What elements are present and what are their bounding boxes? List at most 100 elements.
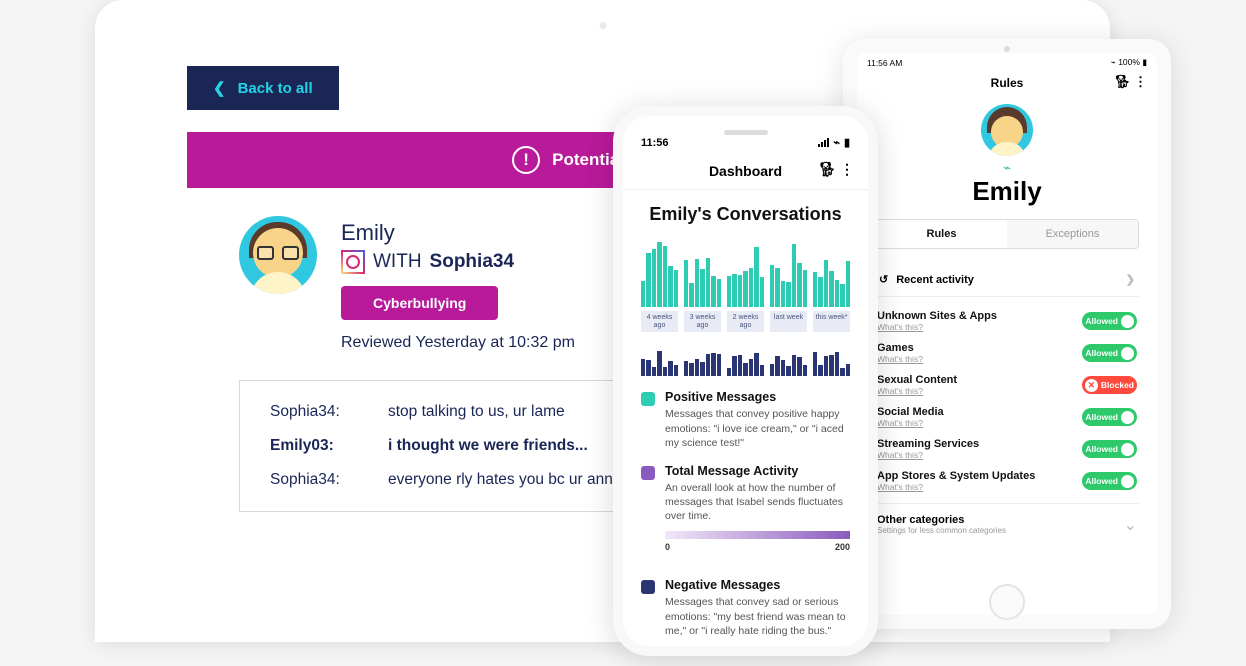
chevron-left-icon: ❮ — [213, 79, 226, 97]
alert-icon: ! — [512, 146, 540, 174]
chat-text: everyone rly hates you bc ur annoying — [388, 471, 650, 489]
phone-header: Dashboard 🐕︎ ⋮ — [623, 155, 868, 190]
tabs: Rules Exceptions — [875, 219, 1139, 249]
positive-swatch — [641, 392, 655, 406]
back-button[interactable]: ❮ Back to all — [187, 66, 339, 110]
gradient-max: 200 — [835, 542, 850, 552]
battery-icon: ▮ — [844, 136, 850, 149]
legend-title: Negative Messages — [665, 578, 850, 592]
rule-row: App Stores & System UpdatesWhat's this? A… — [875, 465, 1139, 497]
wifi-icon: ⌁ — [833, 136, 840, 149]
rule-row: Streaming ServicesWhat's this? Allowed — [875, 433, 1139, 465]
legend-desc: Messages that convey positive happy emot… — [665, 407, 850, 450]
legend-negative: Negative Messages Messages that convey s… — [641, 578, 850, 638]
rule-row: Social MediaWhat's this? Allowed — [875, 401, 1139, 433]
chat-sender: Sophia34: — [270, 403, 352, 421]
phone-status-bar: 11:56 ⌁ ▮ — [623, 116, 868, 155]
tablet-time: 11:56 AM — [867, 58, 902, 68]
positive-bar-chart — [641, 237, 850, 307]
recent-activity-row[interactable]: ↺ Recent activity ❯ — [875, 263, 1139, 297]
recent-label: Recent activity — [896, 274, 974, 286]
gradient-min: 0 — [665, 542, 670, 552]
other-sub: Settings for less common categories — [877, 526, 1006, 535]
total-swatch — [641, 466, 655, 480]
with-prefix: WITH — [373, 251, 422, 273]
toggle-allowed[interactable]: Allowed — [1082, 472, 1137, 490]
toggle-state: Allowed — [1085, 316, 1118, 326]
tab-exceptions[interactable]: Exceptions — [1007, 220, 1138, 248]
legend-positive: Positive Messages Messages that convey p… — [641, 390, 850, 450]
toggle-allowed[interactable]: Allowed — [1082, 344, 1137, 362]
toggle-state: Blocked — [1101, 380, 1134, 390]
week-label: this week* — [813, 311, 850, 332]
legend-title: Total Message Activity — [665, 464, 850, 478]
legend-desc: An overall look at how the number of mes… — [665, 481, 850, 524]
rule-label: App Stores & System Updates — [877, 470, 1035, 482]
rule-help-link[interactable]: What's this? — [877, 482, 1035, 492]
legend-total: Total Message Activity An overall look a… — [641, 464, 850, 565]
rule-help-link[interactable]: What's this? — [877, 450, 979, 460]
tablet-status-bar: 11:56 AM ⌁ 100% ▮ — [857, 53, 1157, 72]
rule-help-link[interactable]: What's this? — [877, 322, 997, 332]
toggle-allowed[interactable]: Allowed — [1082, 408, 1137, 426]
other-categories-row[interactable]: Other categories Settings for less commo… — [875, 503, 1139, 535]
gradient-scale — [665, 531, 850, 539]
tab-rules[interactable]: Rules — [876, 220, 1007, 248]
back-label: Back to all — [238, 80, 313, 97]
tablet-device: 11:56 AM ⌁ 100% ▮ Rules 🐕︎ ⋮ ⌁ Emily Rul… — [843, 39, 1171, 629]
week-labels: 4 weeks ago3 weeks ago2 weeks agolast we… — [641, 311, 850, 332]
toggle-blocked[interactable]: Blocked✕ — [1082, 376, 1137, 394]
rule-help-link[interactable]: What's this? — [877, 354, 923, 364]
rule-label: Unknown Sites & Apps — [877, 310, 997, 322]
rule-row: Sexual ContentWhat's this?Blocked✕ — [875, 369, 1139, 401]
week-label: 2 weeks ago — [727, 311, 764, 332]
rule-label: Games — [877, 342, 923, 354]
other-title: Other categories — [877, 514, 1006, 526]
rule-label: Streaming Services — [877, 438, 979, 450]
negative-bar-chart — [641, 338, 850, 376]
reviewed-time: Reviewed Yesterday at 10:32 pm — [341, 334, 575, 352]
dog-icon[interactable]: 🐕︎ ⋮ — [818, 161, 854, 178]
avatar — [239, 216, 317, 294]
week-label: last week — [770, 311, 807, 332]
chat-sender: Emily03: — [270, 437, 352, 455]
issue-tag: Cyberbullying — [341, 286, 498, 320]
chat-text: i thought we were friends... — [388, 437, 588, 455]
conversations-title: Emily's Conversations — [641, 204, 850, 225]
chat-sender: Sophia34: — [270, 471, 352, 489]
avatar — [981, 104, 1033, 156]
wifi-status-icon: ⌁ — [875, 160, 1139, 176]
chevron-right-icon: ❯ — [1126, 273, 1135, 286]
phone-speaker — [724, 130, 768, 135]
negative-swatch — [641, 580, 655, 594]
rule-row: Unknown Sites & AppsWhat's this? Allowed — [875, 305, 1139, 337]
week-label: 3 weeks ago — [684, 311, 721, 332]
rules-list: Unknown Sites & AppsWhat's this?AllowedG… — [875, 305, 1139, 497]
child-name: Emily — [875, 176, 1139, 207]
instagram-icon — [341, 250, 365, 274]
rule-help-link[interactable]: What's this? — [877, 386, 957, 396]
chat-text: stop talking to us, ur lame — [388, 403, 565, 421]
tablet-home-button[interactable] — [989, 584, 1025, 620]
toggle-allowed[interactable]: Allowed — [1082, 312, 1137, 330]
toggle-allowed[interactable]: Allowed — [1082, 440, 1137, 458]
tablet-header-title: Rules — [991, 76, 1024, 90]
toggle-state: Allowed — [1085, 348, 1118, 358]
tablet-header: Rules 🐕︎ ⋮ — [857, 72, 1157, 98]
rule-help-link[interactable]: What's this? — [877, 418, 944, 428]
toggle-state: Allowed — [1085, 412, 1118, 422]
laptop-camera — [599, 22, 606, 29]
gradient-labels: 0 200 — [665, 542, 850, 552]
profile-name: Emily — [341, 220, 575, 246]
legend-desc: Messages that convey sad or serious emot… — [665, 595, 850, 638]
signal-icon — [818, 138, 829, 147]
conversation-with: WITH Sophia34 — [341, 250, 575, 274]
history-icon: ↺ — [879, 273, 888, 286]
phone-header-title: Dashboard — [709, 163, 782, 179]
dog-icon[interactable]: 🐕︎ ⋮ — [1114, 74, 1147, 90]
peer-name: Sophia34 — [430, 251, 514, 273]
tablet-camera — [1004, 46, 1010, 52]
rule-label: Social Media — [877, 406, 944, 418]
rule-row: GamesWhat's this? Allowed — [875, 337, 1139, 369]
phone-device: 11:56 ⌁ ▮ Dashboard 🐕︎ ⋮ Emily's Convers… — [613, 106, 878, 656]
